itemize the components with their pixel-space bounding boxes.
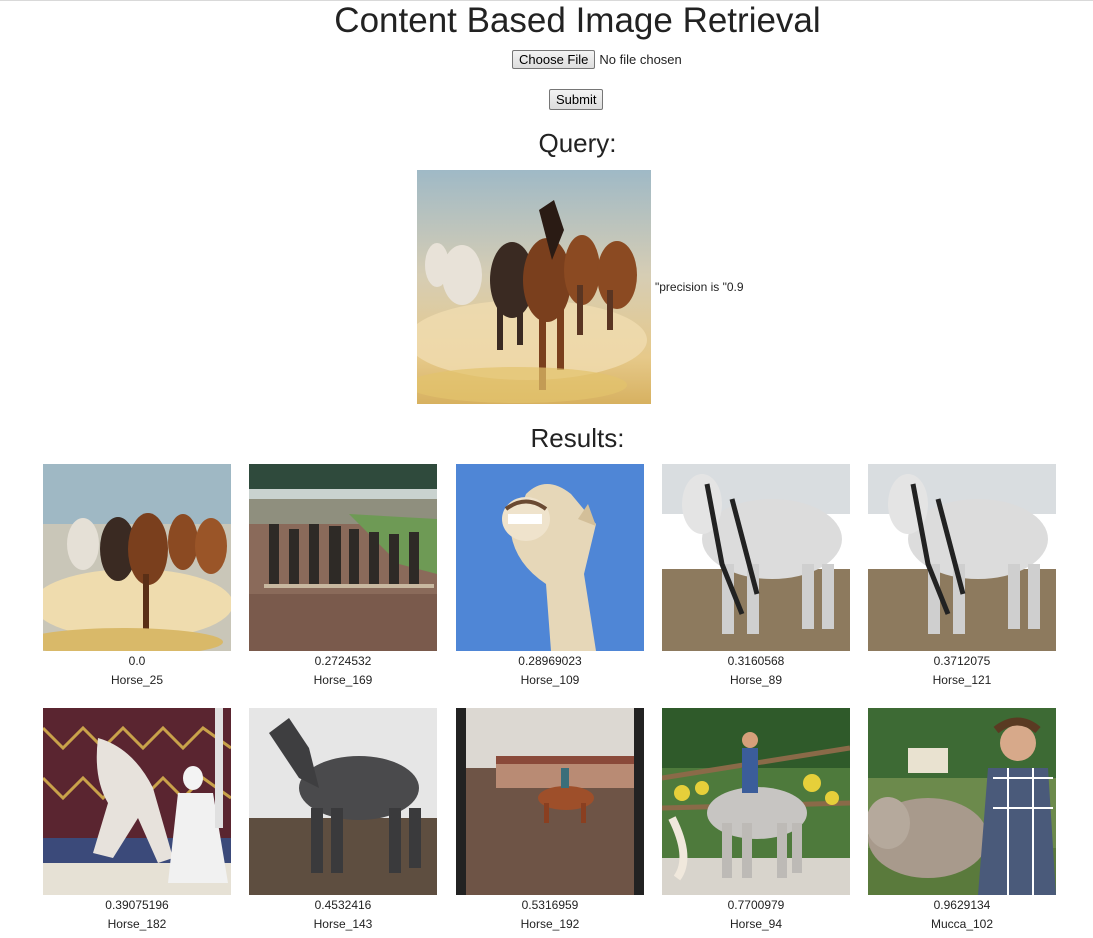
result-card: 0.0 Horse_25: [43, 464, 231, 690]
result-card: 0.9629134 Mucca_102: [868, 708, 1056, 934]
result-name: Horse_192: [520, 917, 580, 931]
result-score: 0.3712075: [933, 654, 991, 668]
result-score: 0.2724532: [314, 654, 372, 668]
result-name: Horse_121: [932, 673, 992, 687]
file-upload: Choose File No file chosen: [512, 50, 682, 69]
result-card: 0.2724532 Horse_169: [249, 464, 437, 690]
result-image[interactable]: [249, 708, 437, 895]
result-score: 0.0: [128, 654, 146, 668]
submit-button[interactable]: Submit: [549, 89, 604, 110]
result-name: Horse_25: [110, 673, 164, 687]
result-image[interactable]: [43, 464, 231, 651]
result-image[interactable]: [662, 464, 850, 651]
result-name: Horse_182: [107, 917, 167, 931]
result-image[interactable]: [249, 464, 437, 651]
result-image[interactable]: [43, 708, 231, 895]
result-name: Horse_89: [729, 673, 783, 687]
precision-text: "precision is "0.9: [655, 280, 744, 294]
result-score: 0.9629134: [933, 898, 991, 912]
result-card: 0.3712075 Horse_121: [868, 464, 1056, 690]
result-score: 0.28969023: [518, 654, 582, 668]
query-image: [417, 170, 651, 404]
result-image[interactable]: [868, 464, 1056, 651]
choose-file-button[interactable]: Choose File: [512, 50, 596, 69]
page-title: Content Based Image Retrieval: [334, 1, 821, 40]
result-score: 0.3160568: [727, 654, 785, 668]
result-image[interactable]: [456, 464, 644, 651]
result-card: 0.39075196 Horse_182: [43, 708, 231, 934]
result-name: Horse_109: [520, 673, 580, 687]
result-card: 0.5316959 Horse_192: [456, 708, 644, 934]
result-score: 0.4532416: [314, 898, 372, 912]
query-heading: Query:: [538, 128, 617, 158]
result-score: 0.5316959: [521, 898, 579, 912]
result-card: 0.4532416 Horse_143: [249, 708, 437, 934]
result-image[interactable]: [456, 708, 644, 895]
results-heading: Results:: [530, 423, 625, 453]
result-image[interactable]: [662, 708, 850, 895]
result-card: 0.3160568 Horse_89: [662, 464, 850, 690]
result-card: 0.28969023 Horse_109: [456, 464, 644, 690]
result-name: Horse_169: [313, 673, 373, 687]
result-score: 0.7700979: [727, 898, 785, 912]
result-score: 0.39075196: [105, 898, 169, 912]
result-name: Mucca_102: [930, 917, 994, 931]
file-status: No file chosen: [599, 52, 682, 67]
result-image[interactable]: [868, 708, 1056, 895]
result-name: Horse_94: [729, 917, 783, 931]
result-card: 0.7700979 Horse_94: [662, 708, 850, 934]
result-name: Horse_143: [313, 917, 373, 931]
